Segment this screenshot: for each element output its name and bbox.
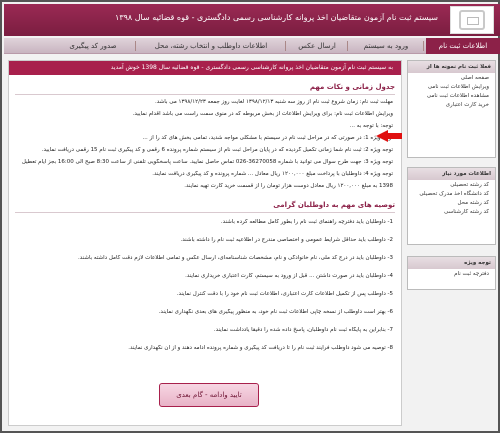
sidebar-info-item[interactable]: کد رشته محل <box>408 198 495 207</box>
welcome-banner: به سیستم ثبت نام آزمون متقاضیان اخذ پروا… <box>9 61 401 75</box>
sidebar-note-title: توجه ویژه <box>408 257 495 269</box>
nav-item-tracking-code[interactable]: صدور کد پیگیری <box>52 38 134 54</box>
sidebar-item-view-info[interactable]: مشاهده اطلاعات ثبت نامی <box>408 91 495 100</box>
logo-emblem <box>459 10 485 30</box>
text-line: 6- بهتر است داوطلب از نسخه چاپی اطلاعات … <box>158 309 393 315</box>
sidebar-item-edit-info[interactable]: ویرایش اطلاعات ثبت نامی <box>408 82 495 91</box>
text-line: 8- توصیه می شود داوطلب فرایند ثبت نام را… <box>128 345 393 351</box>
section-divider <box>15 212 395 213</box>
nav-item-registration-info[interactable]: اطلاعات ثبت نام <box>426 38 500 54</box>
text-line: توجه ویژه 4: داوطلبان با پرداخت مبلغ ۱۲۰… <box>152 171 393 177</box>
sidebar-info-title: اطلاعات مورد نیاز <box>408 168 495 180</box>
nav-divider <box>347 41 348 51</box>
sidebar-info-item[interactable]: کد رشته کارشناسی <box>408 207 495 216</box>
text-line: توجه ویژه 1: در صورتی که در مراحل ثبت نا… <box>142 135 393 141</box>
sidebar-info-item[interactable]: کد رشته تحصیلی <box>408 180 495 189</box>
confirm-next-button[interactable]: تایید وادامه - گام بعدی <box>159 383 259 407</box>
section-divider <box>15 94 395 95</box>
section-title-timeline: جدول زمانی و نکات مهم <box>309 83 395 91</box>
top-nav: اطلاعات ثبت نام ورود به سیستم ارسال عکس … <box>4 38 500 54</box>
text-line: توجه ویژه 2: ثبت نام شما زمانی تکمیل گرد… <box>41 147 393 153</box>
main-content: به سیستم ثبت نام آزمون متقاضیان اخذ پروا… <box>8 60 402 426</box>
text-line: ویرایش اطلاعات ثبت نام: برای ویرایش اطلا… <box>132 111 393 117</box>
sidebar-item-home[interactable]: صفحه اصلی <box>408 73 495 82</box>
nav-divider <box>423 41 424 51</box>
site-logo <box>450 6 494 34</box>
text-line: 2- داوطلب باید حداقل شرایط عمومی و اختصا… <box>180 237 393 243</box>
nav-divider <box>135 41 136 51</box>
nav-item-send-photo[interactable]: ارسال عکس <box>288 38 346 54</box>
nav-divider <box>285 41 286 51</box>
text-line: 5- داوطلب پس از تکمیل اطلاعات کارت اعتبا… <box>176 291 393 297</box>
sidebar-info-box: اطلاعات مورد نیاز کد رشته تحصیلی کد دانش… <box>407 167 496 245</box>
text-line: 4- داوطلبان باید در صورت داشتن ... قبل ا… <box>185 273 393 279</box>
sidebar-menu-box: فعلا ثبت نام نمونه ها از صفحه اصلی ویرای… <box>407 60 496 158</box>
text-line: 7- بنابراین به پایگاه ثبت نام داوطلبان، … <box>213 327 393 333</box>
sidebar-note-box: توجه ویژه دفترچه ثبت نام <box>407 256 496 290</box>
sidebar-note-item[interactable]: دفترچه ثبت نام <box>408 269 495 278</box>
text-line: 1- داوطلبان باید دفترچه راهنمای ثبت نام … <box>220 219 393 225</box>
sidebar-item-buy-card[interactable]: خرید کارت اعتباری <box>408 100 495 109</box>
text-line: 1398 به مبلغ ۱۲۰۰,۰۰۰ ریال معادل دوست هز… <box>184 183 393 189</box>
red-arrow-icon <box>376 130 402 142</box>
nav-item-applicant-info[interactable]: اطلاعات داوطلب و انتخاب رشته، محل <box>138 38 284 54</box>
sidebar-menu-title: فعلا ثبت نام نمونه ها از <box>408 61 495 73</box>
sidebar-info-item[interactable]: کد دانشگاه اخذ مدرک تحصیلی <box>408 189 495 198</box>
site-title: سیستم ثبت نام آزمون متقاضیان اخذ پروانه … <box>115 13 438 22</box>
section-title-recommendations: توصیه های مهم به داوطلبان گرامی <box>273 201 395 209</box>
text-line: توجه: با توجه به ... <box>349 123 393 129</box>
app-frame: سیستم ثبت نام آزمون متقاضیان اخذ پروانه … <box>0 0 500 433</box>
site-header: سیستم ثبت نام آزمون متقاضیان اخذ پروانه … <box>4 4 500 36</box>
nav-item-login[interactable]: ورود به سیستم <box>350 38 422 54</box>
text-line: توجه ویژه 3: جهت طرح سوال می توانید با ش… <box>21 159 393 165</box>
text-line: 3- داوطلبان باید در درج کد ملی، نام خانو… <box>78 255 393 261</box>
text-line: مهلت ثبت نام: زمان شروع ثبت نام از روز س… <box>155 99 393 105</box>
